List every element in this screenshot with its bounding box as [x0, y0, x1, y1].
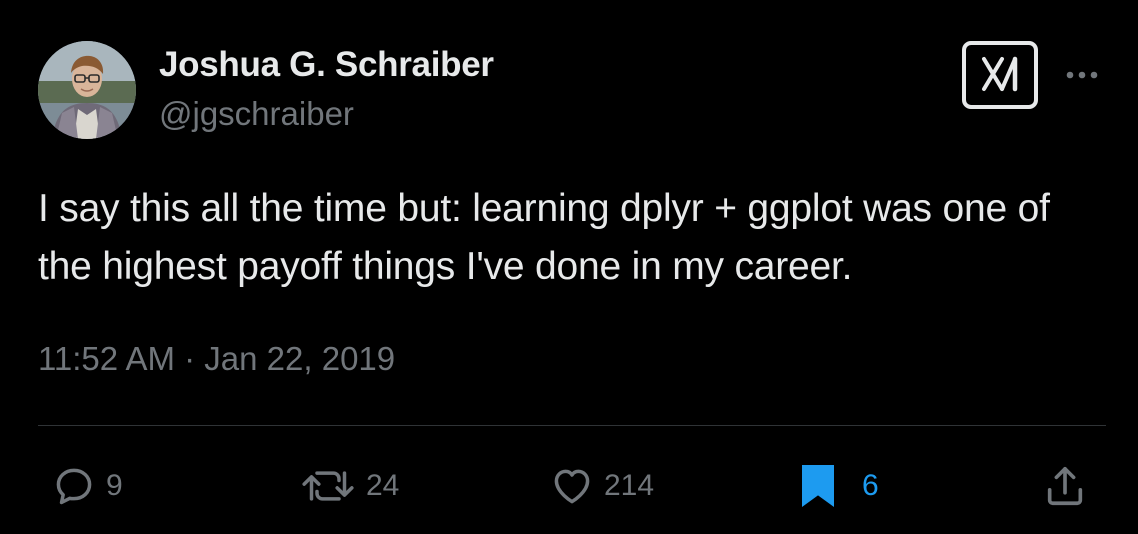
more-horizontal-icon[interactable]	[1060, 60, 1104, 90]
tweet-card: Joshua G. Schraiber @jgschraiber I say t…	[0, 0, 1138, 534]
like-count: 214	[604, 469, 655, 502]
share-button[interactable]	[1042, 459, 1088, 513]
author-avatar[interactable]	[38, 41, 136, 139]
like-button[interactable]: 214	[550, 459, 654, 513]
bookmark-button[interactable]: 6	[798, 459, 879, 513]
tweet-timestamp[interactable]: 11:52 AM · Jan 22, 2019	[38, 340, 395, 378]
reply-icon	[56, 468, 92, 505]
x-logo-glyph	[982, 56, 1018, 92]
author-handle[interactable]: @jgschraiber	[159, 95, 354, 133]
divider	[38, 425, 1106, 426]
x-logo-icon[interactable]	[962, 41, 1038, 109]
heart-icon	[554, 469, 590, 504]
retweet-icon	[302, 471, 354, 501]
bookmark-icon	[802, 465, 834, 507]
share-icon	[1047, 466, 1083, 506]
retweet-button[interactable]: 24	[300, 459, 399, 513]
author-display-name[interactable]: Joshua G. Schraiber	[159, 45, 494, 85]
avatar-photo	[38, 41, 136, 139]
tweet-text: I say this all the time but: learning dp…	[38, 187, 1050, 288]
reply-count: 9	[106, 469, 123, 502]
reply-button[interactable]: 9	[52, 459, 123, 513]
retweet-count: 24	[366, 469, 400, 502]
bookmark-count: 6	[862, 469, 879, 502]
